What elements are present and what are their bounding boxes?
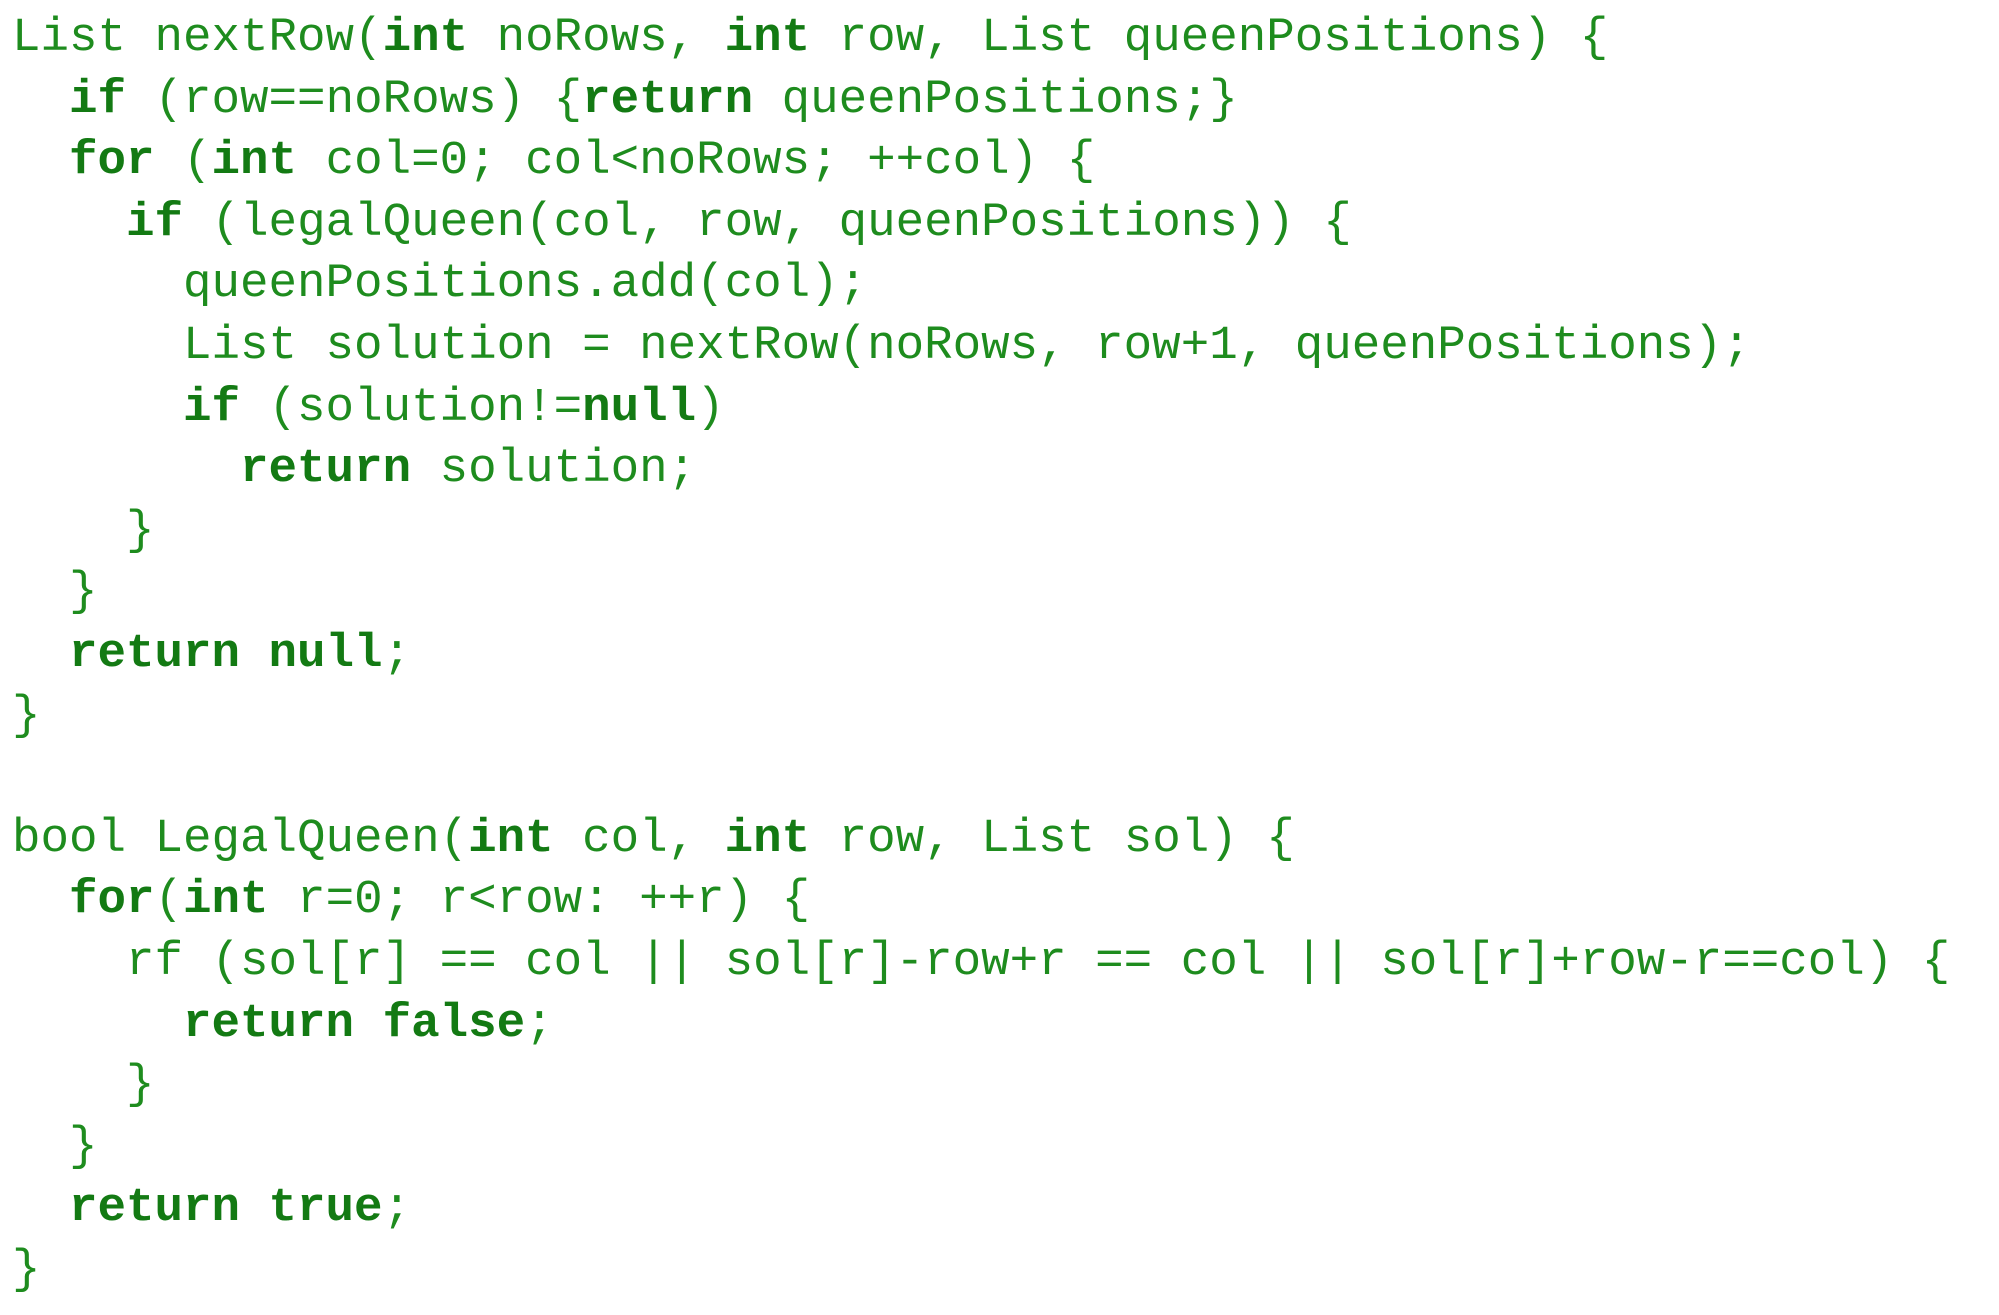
code-text: row, List sol) {: [810, 811, 1295, 866]
code-text: row, List queenPositions) {: [810, 11, 1609, 65]
code-keyword: return false: [183, 996, 526, 1051]
code-line: return true;: [12, 1178, 1950, 1240]
code-line: return solution;: [12, 439, 1950, 501]
code-line: if (legalQueen(col, row, queenPositions)…: [12, 193, 1950, 255]
code-text: bool LegalQueen(: [12, 811, 469, 866]
code-text: ;: [382, 1181, 412, 1236]
code-text: col=0; col<noRows; ++col) {: [297, 134, 1096, 189]
code-text: (solution!=: [240, 380, 583, 435]
code-keyword: if: [126, 195, 184, 250]
code-line: for (int col=0; col<noRows; ++col) {: [12, 131, 1950, 193]
code-keyword: int: [724, 811, 811, 866]
code-text: }: [12, 503, 155, 558]
code-text: r=0; r<row: ++r) {: [268, 873, 811, 928]
code-line: }: [12, 501, 1950, 563]
code-line: }: [12, 1117, 1950, 1179]
code-text: (row==noRows) {: [126, 72, 583, 127]
code-line: queenPositions.add(col);: [12, 254, 1950, 316]
code-line: List nextRow(int noRows, int row, List q…: [12, 8, 1950, 70]
code-text: ): [696, 380, 725, 435]
code-keyword: for: [69, 873, 155, 928]
code-line: return null;: [12, 624, 1950, 686]
code-keyword: int: [183, 873, 269, 928]
code-text: }: [12, 565, 98, 620]
code-text: queenPositions;}: [753, 72, 1238, 127]
code-line: List solution = nextRow(noRows, row+1, q…: [12, 316, 1950, 378]
code-line: return false;: [12, 994, 1950, 1056]
code-keyword: int: [211, 134, 298, 189]
code-keyword: return null: [69, 626, 383, 681]
code-line: }: [12, 1055, 1950, 1117]
code-line: }: [12, 1240, 1950, 1302]
code-text: ;: [382, 626, 412, 681]
code-keyword: return: [582, 72, 754, 127]
code-text: solution;: [411, 442, 697, 497]
code-line: bool LegalQueen(int col, int row, List s…: [12, 809, 1950, 871]
code-line: for(int r=0; r<row: ++r) {: [12, 870, 1950, 932]
code-text: col,: [553, 811, 725, 866]
code-text: }: [12, 1242, 41, 1297]
code-keyword: int: [724, 11, 811, 65]
code-text: (: [154, 134, 212, 189]
code-text: queenPositions.add(col);: [12, 257, 868, 312]
code-text: }: [12, 688, 41, 743]
code-line: }: [12, 686, 1950, 748]
code-text: ;: [525, 996, 554, 1051]
code-text: }: [12, 1119, 98, 1174]
code-text: List solution = nextRow(noRows, row+1, q…: [12, 318, 1751, 373]
code-line: if (row==noRows) {return queenPositions;…: [12, 70, 1950, 132]
code-text: (: [154, 873, 184, 928]
code-text: }: [12, 1058, 155, 1113]
code-keyword: int: [468, 811, 554, 866]
code-keyword: if: [183, 380, 241, 435]
code-line: }: [12, 562, 1950, 624]
code-line: if (solution!=null): [12, 378, 1950, 440]
code-keyword: null: [582, 380, 697, 435]
code-keyword: if: [69, 72, 127, 127]
code-keyword: return true: [69, 1181, 383, 1236]
code-block: List nextRow(int noRows, int row, List q…: [12, 8, 1950, 1301]
code-keyword: return: [240, 442, 412, 497]
code-keyword: int: [382, 11, 469, 65]
code-text: (legalQueen(col, row, queenPositions)) {: [183, 195, 1352, 250]
code-text: List nextRow(: [12, 11, 383, 65]
code-line: rf (sol[r] == col || sol[r]-row+r == col…: [12, 932, 1950, 994]
code-keyword: for: [69, 134, 155, 189]
code-text: noRows,: [468, 11, 725, 65]
code-text: rf (sol[r] == col || sol[r]-row+r == col…: [12, 934, 1951, 989]
